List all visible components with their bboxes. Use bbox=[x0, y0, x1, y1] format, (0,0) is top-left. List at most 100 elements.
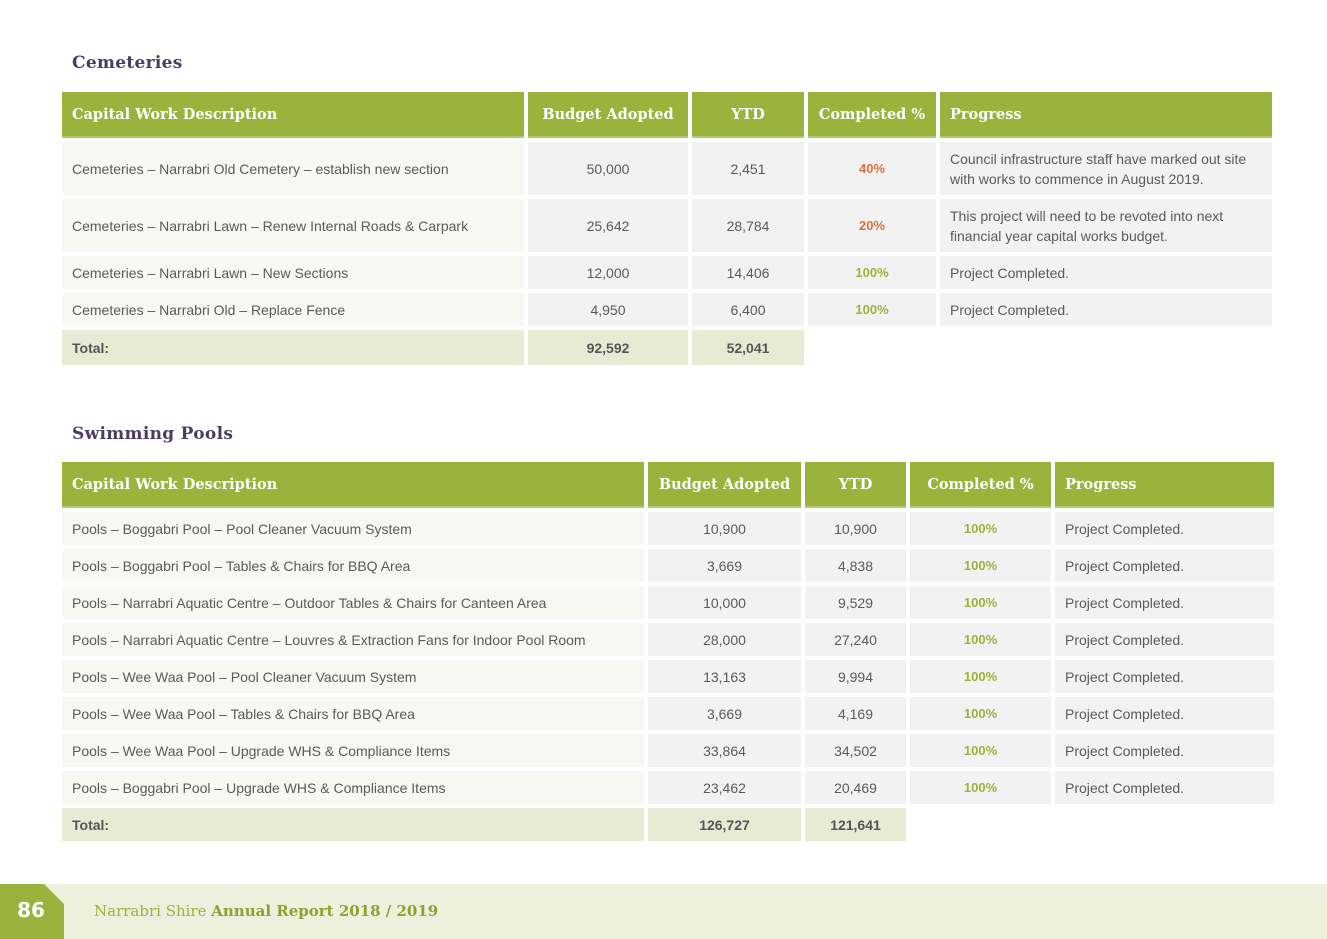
header-completed: Completed % bbox=[910, 462, 1051, 508]
row-progress: Project Completed. bbox=[1055, 771, 1274, 804]
table-row: Pools – Wee Waa Pool – Pool Cleaner Vacu… bbox=[62, 660, 1274, 693]
table-row: Pools – Wee Waa Pool – Upgrade WHS & Com… bbox=[62, 734, 1274, 767]
row-budget: 23,462 bbox=[648, 771, 801, 804]
row-budget: 28,000 bbox=[648, 623, 801, 656]
row-ytd: 20,469 bbox=[805, 771, 906, 804]
row-budget: 25,642 bbox=[528, 199, 688, 252]
header-budget: Budget Adopted bbox=[648, 462, 801, 508]
row-completed: 100% bbox=[910, 623, 1051, 656]
header-description: Capital Work Description bbox=[62, 462, 644, 508]
total-budget: 126,727 bbox=[648, 808, 801, 841]
footer-report-title: Narrabri Shire Annual Report 2018 / 2019 bbox=[94, 902, 438, 920]
row-budget: 33,864 bbox=[648, 734, 801, 767]
row-progress: Project Completed. bbox=[1055, 549, 1274, 582]
row-description: Cemeteries – Narrabri Old – Replace Fenc… bbox=[62, 293, 524, 326]
row-completed: 40% bbox=[808, 142, 936, 195]
total-blank bbox=[1055, 808, 1274, 841]
table-row: Pools – Boggabri Pool – Pool Cleaner Vac… bbox=[62, 512, 1274, 545]
row-progress: This project will need to be revoted int… bbox=[940, 199, 1272, 252]
row-budget: 3,669 bbox=[648, 697, 801, 730]
row-progress: Project Completed. bbox=[1055, 734, 1274, 767]
section-title-swimming-pools: Swimming Pools bbox=[72, 424, 234, 444]
row-description: Pools – Narrabri Aquatic Centre – Louvre… bbox=[62, 623, 644, 656]
total-ytd: 52,041 bbox=[692, 330, 804, 365]
total-label: Total: bbox=[62, 330, 524, 365]
table-header-row: Capital Work Description Budget Adopted … bbox=[62, 462, 1274, 508]
total-budget: 92,592 bbox=[528, 330, 688, 365]
row-ytd: 27,240 bbox=[805, 623, 906, 656]
row-description: Pools – Boggabri Pool – Pool Cleaner Vac… bbox=[62, 512, 644, 545]
header-description: Capital Work Description bbox=[62, 92, 524, 138]
header-progress: Progress bbox=[940, 92, 1272, 138]
row-budget: 12,000 bbox=[528, 256, 688, 289]
row-ytd: 6,400 bbox=[692, 293, 804, 326]
row-progress: Project Completed. bbox=[1055, 697, 1274, 730]
row-ytd: 28,784 bbox=[692, 199, 804, 252]
row-ytd: 2,451 bbox=[692, 142, 804, 195]
row-description: Cemeteries – Narrabri Lawn – New Section… bbox=[62, 256, 524, 289]
row-ytd: 34,502 bbox=[805, 734, 906, 767]
row-budget: 50,000 bbox=[528, 142, 688, 195]
row-completed: 100% bbox=[910, 549, 1051, 582]
table-row: Pools – Narrabri Aquatic Centre – Louvre… bbox=[62, 623, 1274, 656]
total-label: Total: bbox=[62, 808, 644, 841]
row-ytd: 10,900 bbox=[805, 512, 906, 545]
total-blank bbox=[910, 808, 1051, 841]
footer-report: Annual Report 2018 / 2019 bbox=[211, 902, 439, 920]
row-description: Pools – Wee Waa Pool – Upgrade WHS & Com… bbox=[62, 734, 644, 767]
table-row: Pools – Narrabri Aquatic Centre – Outdoo… bbox=[62, 586, 1274, 619]
header-ytd: YTD bbox=[805, 462, 906, 508]
row-ytd: 14,406 bbox=[692, 256, 804, 289]
row-ytd: 9,529 bbox=[805, 586, 906, 619]
row-completed: 100% bbox=[910, 660, 1051, 693]
row-ytd: 9,994 bbox=[805, 660, 906, 693]
row-description: Pools – Wee Waa Pool – Tables & Chairs f… bbox=[62, 697, 644, 730]
row-description: Pools – Narrabri Aquatic Centre – Outdoo… bbox=[62, 586, 644, 619]
row-ytd: 4,838 bbox=[805, 549, 906, 582]
header-ytd: YTD bbox=[692, 92, 804, 138]
header-budget: Budget Adopted bbox=[528, 92, 688, 138]
row-progress: Project Completed. bbox=[940, 293, 1272, 326]
total-row: Total: 92,592 52,041 bbox=[62, 330, 1272, 365]
header-completed: Completed % bbox=[808, 92, 936, 138]
swimming-pools-table: Capital Work Description Budget Adopted … bbox=[58, 458, 1278, 845]
row-budget: 3,669 bbox=[648, 549, 801, 582]
row-budget: 13,163 bbox=[648, 660, 801, 693]
row-progress: Project Completed. bbox=[940, 256, 1272, 289]
header-progress: Progress bbox=[1055, 462, 1274, 508]
row-budget: 10,900 bbox=[648, 512, 801, 545]
row-completed: 100% bbox=[910, 697, 1051, 730]
table-row: Cemeteries – Narrabri Lawn – Renew Inter… bbox=[62, 199, 1272, 252]
row-completed: 100% bbox=[910, 586, 1051, 619]
table-row: Pools – Wee Waa Pool – Tables & Chairs f… bbox=[62, 697, 1274, 730]
row-progress: Project Completed. bbox=[1055, 660, 1274, 693]
row-progress: Council infrastructure staff have marked… bbox=[940, 142, 1272, 195]
row-ytd: 4,169 bbox=[805, 697, 906, 730]
table-row: Cemeteries – Narrabri Lawn – New Section… bbox=[62, 256, 1272, 289]
footer-org: Narrabri Shire bbox=[94, 902, 207, 920]
row-budget: 4,950 bbox=[528, 293, 688, 326]
page-number: 86 bbox=[17, 898, 45, 922]
table-row: Pools – Boggabri Pool – Upgrade WHS & Co… bbox=[62, 771, 1274, 804]
cemeteries-table: Capital Work Description Budget Adopted … bbox=[58, 88, 1276, 369]
row-completed: 100% bbox=[910, 771, 1051, 804]
row-description: Pools – Wee Waa Pool – Pool Cleaner Vacu… bbox=[62, 660, 644, 693]
row-completed: 100% bbox=[808, 293, 936, 326]
row-completed: 100% bbox=[910, 512, 1051, 545]
row-description: Cemeteries – Narrabri Old Cemetery – est… bbox=[62, 142, 524, 195]
total-blank bbox=[808, 330, 936, 365]
section-title-cemeteries: Cemeteries bbox=[72, 53, 183, 73]
table-row: Cemeteries – Narrabri Old – Replace Fenc… bbox=[62, 293, 1272, 326]
row-description: Pools – Boggabri Pool – Upgrade WHS & Co… bbox=[62, 771, 644, 804]
row-budget: 10,000 bbox=[648, 586, 801, 619]
row-description: Cemeteries – Narrabri Lawn – Renew Inter… bbox=[62, 199, 524, 252]
row-completed: 100% bbox=[808, 256, 936, 289]
row-progress: Project Completed. bbox=[1055, 586, 1274, 619]
row-progress: Project Completed. bbox=[1055, 623, 1274, 656]
row-progress: Project Completed. bbox=[1055, 512, 1274, 545]
total-blank bbox=[940, 330, 1272, 365]
row-completed: 100% bbox=[910, 734, 1051, 767]
table-header-row: Capital Work Description Budget Adopted … bbox=[62, 92, 1272, 138]
row-completed: 20% bbox=[808, 199, 936, 252]
total-ytd: 121,641 bbox=[805, 808, 906, 841]
